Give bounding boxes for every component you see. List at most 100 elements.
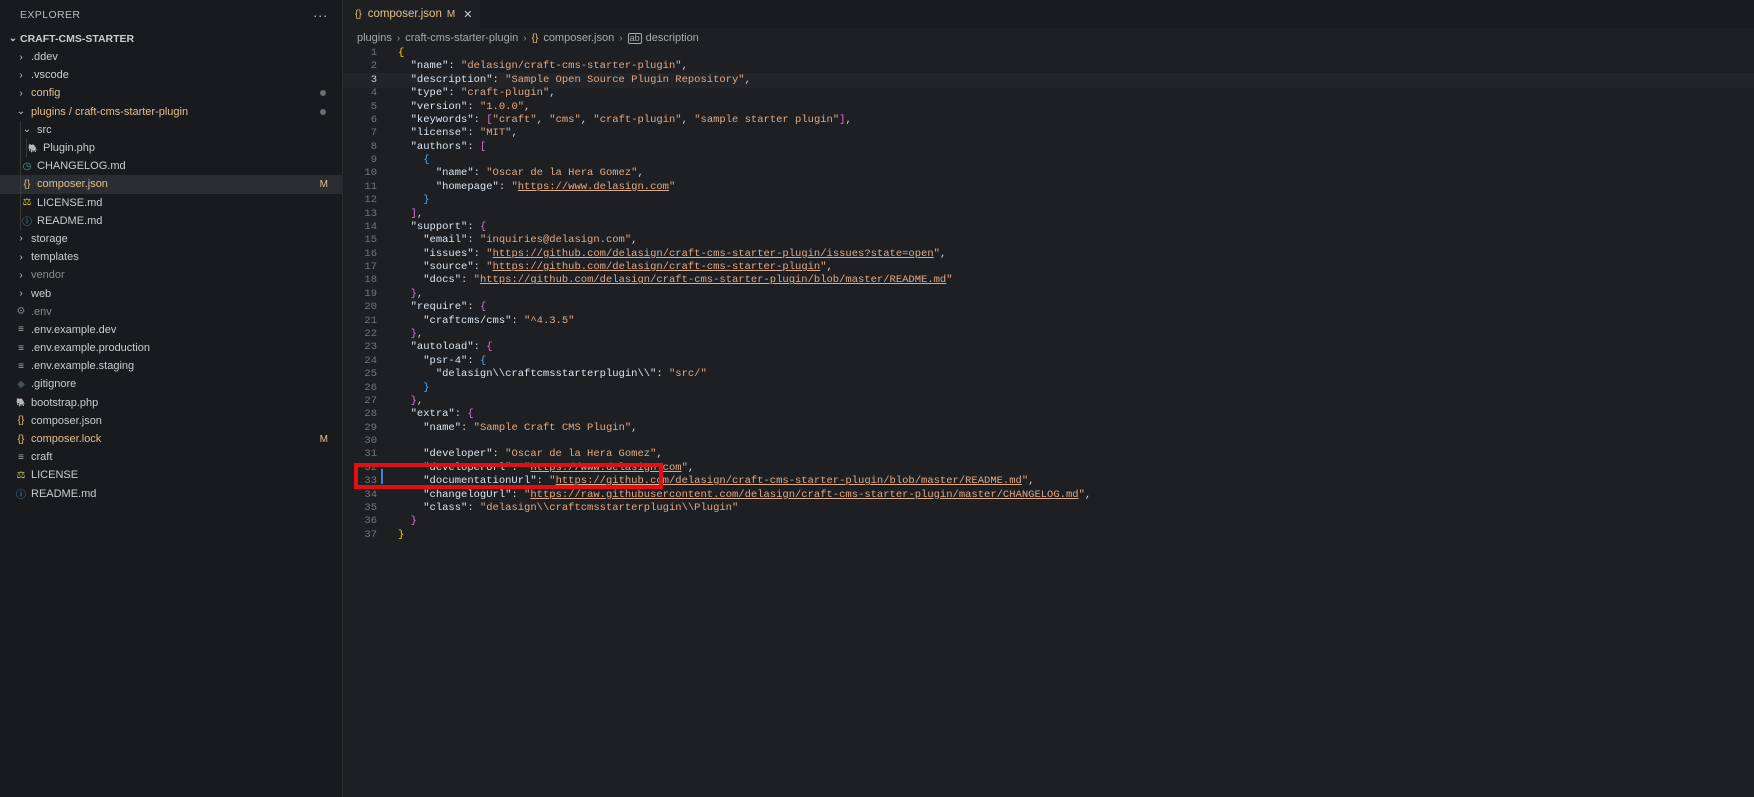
more-actions-icon[interactable]: ··· (313, 7, 328, 23)
tree-item[interactable]: › vendor (0, 266, 342, 284)
tree-item-label: templates (31, 251, 79, 264)
tree-item[interactable]: 🐘 bootstrap.php (0, 394, 342, 412)
code-line[interactable]: 37} (343, 528, 1754, 543)
text-file-icon: ≡ (18, 342, 24, 354)
code-token: "Sample Open Source Plugin Repository" (505, 73, 745, 86)
tree-item[interactable]: › config (0, 84, 342, 102)
code-token: : (511, 461, 525, 474)
code-token: "cms" (549, 113, 581, 126)
tree-item[interactable]: {} composer.json (0, 412, 342, 430)
tree-item-label: composer.lock (31, 433, 102, 446)
tab-label: composer.json (367, 8, 442, 20)
tree-item[interactable]: ≡ .env.example.production (0, 339, 342, 357)
indent-guide (20, 138, 21, 158)
code-token: "name" (410, 60, 449, 73)
code-token: , (549, 87, 556, 100)
tree-item-label: .env.example.dev (31, 323, 117, 336)
code-token: : (467, 220, 480, 233)
code-token: " (668, 180, 676, 193)
chevron-right-icon: › (19, 51, 23, 63)
code-token: : (473, 113, 487, 126)
tree-item[interactable]: 🐘 Plugin.php (0, 138, 342, 158)
breadcrumb-item-file[interactable]: composer.json (543, 32, 614, 44)
chevron-right-icon: › (523, 32, 527, 44)
code-token: : (492, 73, 506, 86)
tree-item[interactable]: › web (0, 284, 342, 302)
tree-item[interactable]: ⌄ plugins / craft-cms-starter-plugin (0, 103, 342, 121)
tree-item[interactable]: ≡ .env.example.dev (0, 321, 342, 339)
tree-item[interactable]: ⓘ README.md (0, 485, 342, 503)
code-token: , (744, 73, 751, 86)
url-link[interactable]: https://github.com/delasign/craft-cms-st… (556, 475, 1022, 487)
code-editor[interactable]: 1{2 "name": "delasign/craft-cms-starter-… (343, 46, 1754, 797)
tree-item[interactable]: ◷ CHANGELOG.md (0, 157, 342, 176)
url-link[interactable]: https://github.com/delasign/craft-cms-st… (480, 274, 946, 286)
tree-item[interactable]: ⚖ LICENSE.md (0, 193, 342, 212)
tree-item[interactable]: ⓘ README.md (0, 211, 342, 230)
code-token: : (511, 314, 525, 327)
tree-item[interactable]: ⚙ .env (0, 303, 342, 321)
url-link[interactable]: https://www.delasign.com (530, 462, 681, 474)
license-file-icon: ⚖ (22, 197, 32, 209)
code-token: : (467, 301, 480, 314)
workspace-root[interactable]: ⌄ CRAFT-CMS-STARTER (0, 30, 342, 48)
modified-indicator: M (446, 8, 456, 20)
tree-item-label: .ddev (31, 51, 58, 64)
url-link[interactable]: https://github.com/delasign/craft-cms-st… (493, 248, 934, 260)
breadcrumb-item-plugins[interactable]: plugins (357, 32, 392, 44)
code-token: "class" (423, 501, 468, 514)
tree-item[interactable]: ⌄ src (0, 120, 342, 139)
tree-item-label: config (31, 87, 61, 100)
explorer-sidebar: EXPLORER ··· ⌄ CRAFT-CMS-STARTER › .ddev ›… (0, 0, 343, 797)
chevron-right-icon: › (19, 269, 23, 281)
url-link[interactable]: https://raw.githubusercontent.com/delasi… (530, 489, 1078, 501)
json-file-icon: {} (17, 433, 25, 445)
code-token: "src/" (668, 368, 707, 381)
code-token: [ (479, 140, 487, 153)
url-link[interactable]: https://github.com/delasign/craft-cms-st… (493, 261, 821, 273)
tree-item[interactable]: {} composer.json M (0, 175, 342, 194)
text-file-icon: ≡ (18, 360, 24, 372)
php-file-icon: 🐘 (16, 398, 26, 408)
tree-item[interactable]: ⚖ LICENSE (0, 466, 342, 484)
url-link[interactable]: https://www.delasign.com (518, 181, 669, 193)
tree-item-label: Plugin.php (43, 142, 95, 155)
tree-item-label: plugins / craft-cms-starter-plugin (31, 105, 189, 118)
tree-item[interactable]: ≡ .env.example.staging (0, 357, 342, 375)
tab-composer-json[interactable]: {} composer.json M ✕ (343, 0, 480, 28)
code-token: "license" (410, 127, 468, 140)
code-token: "autoload" (410, 341, 474, 354)
tree-item[interactable]: › storage (0, 230, 342, 248)
modified-badge: M (319, 433, 328, 445)
code-token: "delasign/craft-cms-starter-plugin" (461, 60, 682, 73)
chevron-down-icon: ⌄ (8, 33, 18, 44)
code-token: { (423, 154, 430, 167)
code-token: "require" (410, 301, 468, 314)
tree-item-label: vendor (31, 269, 65, 282)
chevron-down-icon: ⌄ (22, 124, 32, 136)
tree-item[interactable]: ◆ .gitignore (0, 375, 342, 393)
tree-item[interactable]: {} composer.lock M (0, 430, 342, 448)
code-token: " (946, 274, 953, 287)
breadcrumb-item-plugin-folder[interactable]: craft-cms-starter-plugin (405, 32, 518, 44)
tree-item[interactable]: › templates (0, 248, 342, 266)
tree-item[interactable]: › .ddev (0, 48, 342, 66)
code-token: "homepage" (435, 180, 499, 193)
tree-item[interactable]: ≡ craft (0, 448, 342, 466)
tree-item[interactable]: › .vscode (0, 66, 342, 84)
code-token: , (511, 127, 518, 140)
code-token: "delasign\\craftcmsstarterplugin\\" (435, 368, 657, 381)
workspace-root-label: CRAFT-CMS-STARTER (20, 33, 135, 45)
chevron-right-icon: › (396, 32, 401, 44)
breadcrumb-item-symbol[interactable]: description (646, 32, 699, 44)
close-icon[interactable]: ✕ (463, 8, 472, 21)
